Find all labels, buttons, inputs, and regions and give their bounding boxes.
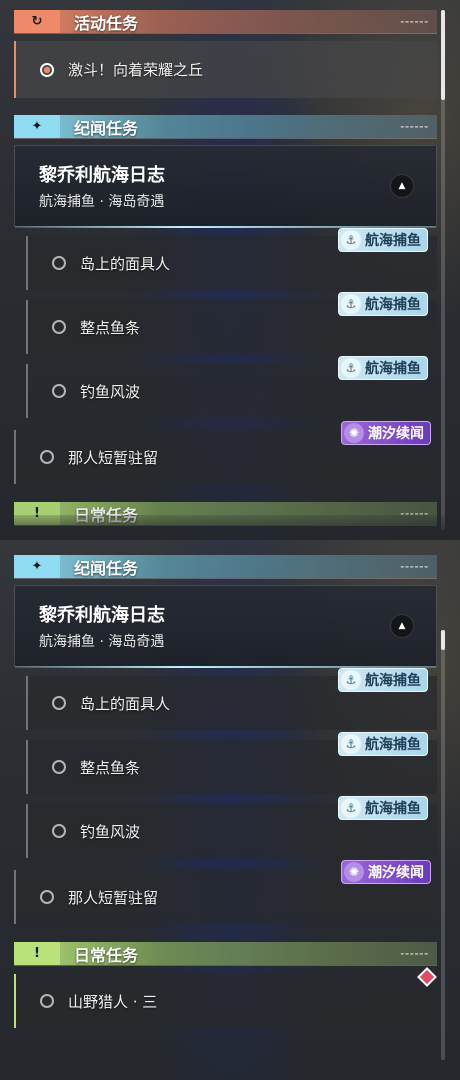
section-decor: ▬▬▬▬▬▬ (400, 564, 429, 569)
section-header-lore[interactable]: ✦ 纪闻任务 ▬▬▬▬▬▬ (14, 555, 437, 579)
lore-quest-title: 黎乔利航海日志 (39, 605, 165, 626)
fish-hook-icon: ⚓ (341, 670, 361, 690)
section-header-lore[interactable]: ✦ 纪闻任务 ▬▬▬▬▬▬ (14, 115, 437, 139)
refresh-arrow-icon: ↻ (14, 10, 60, 33)
sparkle-icon: ✦ (14, 555, 60, 578)
badge-label: 潮汐续闻 (368, 865, 424, 881)
lore-quest-title: 黎乔利航海日志 (39, 165, 165, 186)
fish-hook-icon: ⚓ (341, 294, 361, 314)
lore-quest-subtitle: 航海捕鱼 · 海岛奇遇 (39, 634, 165, 650)
scrollbar-thumb[interactable] (441, 630, 445, 650)
quest-radio[interactable] (52, 760, 66, 774)
quest-accent-bar (14, 974, 16, 1028)
badge-label: 航海捕鱼 (365, 297, 421, 313)
section-title-daily: 日常任务 (74, 945, 139, 965)
quest-accent-bar (26, 676, 28, 730)
section-title-lore: 纪闻任务 (74, 118, 139, 138)
quest-radio[interactable] (52, 320, 66, 334)
badge-label: 潮汐续闻 (368, 426, 424, 442)
section-decor: ▬▬▬▬▬▬ (400, 951, 429, 956)
lore-quest-card[interactable]: 黎乔利航海日志 航海捕鱼 · 海岛奇遇 ▲ (14, 145, 437, 228)
tide-badge: ✺ 潮汐续闻 (341, 860, 431, 884)
quest-radio[interactable] (40, 890, 54, 904)
fish-hook-icon: ⚓ (341, 734, 361, 754)
tracked-radio[interactable] (40, 62, 54, 77)
fishing-badge: ⚓ 航海捕鱼 (338, 668, 428, 692)
lore-quest-subtitle: 航海捕鱼 · 海岛奇遇 (39, 194, 165, 210)
fade-overlay (0, 515, 460, 540)
section-header-daily[interactable]: ! 日常任务 ▬▬▬▬▬▬ (14, 942, 437, 966)
chevron-up-icon[interactable]: ▲ (390, 614, 414, 638)
quest-accent-bar (26, 364, 28, 418)
quest-accent-bar (14, 870, 16, 924)
scrollbar-track[interactable] (441, 10, 445, 530)
badge-label: 航海捕鱼 (365, 673, 421, 689)
quest-panel-top: ↻ 活动任务 ▬▬▬▬▬▬ 激斗！向着荣耀之丘 ✦ 纪闻任务 ▬▬▬▬▬▬ 黎乔… (0, 0, 460, 540)
lore-quest-card[interactable]: 黎乔利航海日志 航海捕鱼 · 海岛奇遇 ▲ (14, 585, 437, 668)
quest-name: 钓鱼风波 (80, 382, 141, 401)
scrollbar-thumb[interactable] (441, 10, 445, 100)
quest-item-activity[interactable]: 激斗！向着荣耀之丘 (14, 41, 437, 98)
quest-name: 山野猎人 · 三 (68, 992, 158, 1011)
quest-item-daily[interactable]: 山野猎人 · 三 (14, 974, 437, 1028)
quest-name: 岛上的面具人 (80, 254, 171, 273)
fish-hook-icon: ⚓ (341, 358, 361, 378)
badge-label: 航海捕鱼 (365, 233, 421, 249)
fish-hook-icon: ⚓ (341, 798, 361, 818)
fishing-badge: ⚓ 航海捕鱼 (338, 356, 428, 380)
scrollbar-track[interactable] (441, 630, 445, 1060)
quest-name: 钓鱼风波 (80, 822, 141, 841)
quest-radio[interactable] (52, 384, 66, 398)
quest-radio[interactable] (52, 696, 66, 710)
exclamation-icon: ! (14, 942, 60, 965)
quest-name: 那人短暂驻留 (68, 448, 159, 467)
quest-name: 激斗！向着荣耀之丘 (68, 61, 204, 79)
quest-panel-bottom: ✦ 纪闻任务 ▬▬▬▬▬▬ 黎乔利航海日志 航海捕鱼 · 海岛奇遇 ▲ 岛上的面… (0, 540, 460, 1080)
section-decor: ▬▬▬▬▬▬ (400, 19, 429, 24)
badge-label: 航海捕鱼 (365, 801, 421, 817)
fishing-badge: ⚓ 航海捕鱼 (338, 732, 428, 756)
tide-badge: ✺ 潮汐续闻 (341, 421, 431, 445)
fishing-badge: ⚓ 航海捕鱼 (338, 292, 428, 316)
chevron-up-icon[interactable]: ▲ (390, 174, 414, 198)
section-title-lore: 纪闻任务 (74, 558, 139, 578)
section-decor: ▬▬▬▬▬▬ (400, 124, 429, 129)
fishing-badge: ⚓ 航海捕鱼 (338, 796, 428, 820)
sparkle-icon: ✦ (14, 115, 60, 138)
fishing-badge: ⚓ 航海捕鱼 (338, 228, 428, 252)
quest-name: 岛上的面具人 (80, 694, 171, 713)
quest-accent-bar (14, 41, 16, 98)
quest-accent-bar (26, 236, 28, 290)
quest-name: 整点鱼条 (80, 758, 141, 777)
quest-radio[interactable] (40, 994, 54, 1008)
quest-name: 整点鱼条 (80, 318, 141, 337)
fish-hook-icon: ⚓ (341, 230, 361, 250)
section-title-activity: 活动任务 (74, 13, 139, 33)
quest-accent-bar (26, 740, 28, 794)
section-header-activity[interactable]: ↻ 活动任务 ▬▬▬▬▬▬ (14, 10, 437, 34)
badge-label: 航海捕鱼 (365, 737, 421, 753)
quest-accent-bar (26, 804, 28, 858)
tide-swirl-icon: ✺ (344, 423, 364, 443)
tide-swirl-icon: ✺ (344, 862, 364, 882)
quest-radio[interactable] (52, 824, 66, 838)
quest-accent-bar (14, 430, 16, 484)
quest-radio[interactable] (52, 256, 66, 270)
quest-accent-bar (26, 300, 28, 354)
quest-name: 那人短暂驻留 (68, 888, 159, 907)
quest-radio[interactable] (40, 450, 54, 464)
badge-label: 航海捕鱼 (365, 361, 421, 377)
